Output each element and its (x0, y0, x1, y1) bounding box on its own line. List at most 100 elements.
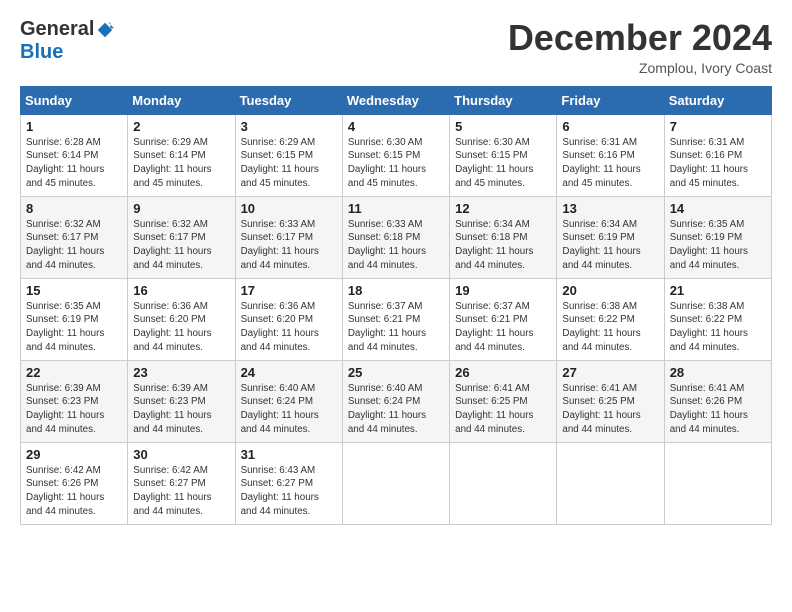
calendar-cell: 5Sunrise: 6:30 AMSunset: 6:15 PMDaylight… (450, 114, 557, 196)
day-number: 25 (348, 365, 444, 380)
calendar-cell: 18Sunrise: 6:37 AMSunset: 6:21 PMDayligh… (342, 278, 449, 360)
calendar-week-row: 1Sunrise: 6:28 AMSunset: 6:14 PMDaylight… (21, 114, 772, 196)
calendar-cell: 11 Sunrise: 6:33 AMSunset: 6:18 PMDayligh… (342, 196, 449, 278)
day-number: 5 (455, 119, 551, 134)
day-number: 10 (241, 201, 337, 216)
calendar-cell: 7 Sunrise: 6:31 AMSunset: 6:16 PMDaylight… (664, 114, 771, 196)
day-number: 11 (348, 201, 444, 216)
calendar-day-header: Wednesday (342, 86, 449, 114)
day-number: 14 (670, 201, 766, 216)
day-number: 21 (670, 283, 766, 298)
page: General Blue December 2024 Zomplou, Ivor… (0, 0, 792, 612)
calendar-cell: 4Sunrise: 6:30 AMSunset: 6:15 PMDaylight… (342, 114, 449, 196)
calendar-cell: 17 Sunrise: 6:36 AMSunset: 6:20 PMDayligh… (235, 278, 342, 360)
day-info: Sunrise: 6:42 AMSunset: 6:27 PMDaylight:… (133, 464, 229, 519)
day-number: 3 (241, 119, 337, 134)
calendar-day-header: Friday (557, 86, 664, 114)
day-info: Sunrise: 6:36 AMSunset: 6:20 PMDaylight:… (241, 300, 337, 355)
calendar-cell: 23Sunrise: 6:39 AMSunset: 6:23 PMDayligh… (128, 360, 235, 442)
day-info: Sunrise: 6:34 AMSunset: 6:19 PMDaylight:… (562, 218, 658, 273)
day-number: 29 (26, 447, 122, 462)
calendar-day-header: Tuesday (235, 86, 342, 114)
day-info: Sunrise: 6:43 AMSunset: 6:27 PMDaylight:… (241, 464, 337, 519)
calendar-cell: 31Sunrise: 6:43 AMSunset: 6:27 PMDayligh… (235, 442, 342, 524)
calendar-cell: 19Sunrise: 6:37 AMSunset: 6:21 PMDayligh… (450, 278, 557, 360)
calendar-day-header: Saturday (664, 86, 771, 114)
day-number: 15 (26, 283, 122, 298)
day-info: Sunrise: 6:32 AMSunset: 6:17 PMDaylight:… (26, 218, 122, 273)
day-number: 27 (562, 365, 658, 380)
day-info: Sunrise: 6:35 AMSunset: 6:19 PMDaylight:… (670, 218, 766, 273)
calendar-cell: 27Sunrise: 6:41 AMSunset: 6:25 PMDayligh… (557, 360, 664, 442)
day-number: 12 (455, 201, 551, 216)
calendar-cell (664, 442, 771, 524)
logo-general: General (20, 18, 94, 41)
calendar-day-header: Monday (128, 86, 235, 114)
day-info: Sunrise: 6:31 AMSunset: 6:16 PMDaylight:… (670, 136, 766, 191)
logo-text: General (20, 18, 114, 41)
calendar-cell: 22Sunrise: 6:39 AMSunset: 6:23 PMDayligh… (21, 360, 128, 442)
day-number: 16 (133, 283, 229, 298)
calendar-cell: 8 Sunrise: 6:32 AMSunset: 6:17 PMDaylight… (21, 196, 128, 278)
calendar-cell: 3 Sunrise: 6:29 AMSunset: 6:15 PMDaylight… (235, 114, 342, 196)
calendar-cell: 12 Sunrise: 6:34 AMSunset: 6:18 PMDayligh… (450, 196, 557, 278)
calendar-week-row: 8 Sunrise: 6:32 AMSunset: 6:17 PMDaylight… (21, 196, 772, 278)
day-number: 8 (26, 201, 122, 216)
location: Zomplou, Ivory Coast (508, 60, 772, 76)
day-number: 4 (348, 119, 444, 134)
calendar-cell (557, 442, 664, 524)
calendar-table: SundayMondayTuesdayWednesdayThursdayFrid… (20, 86, 772, 525)
logo-icon (96, 21, 114, 39)
calendar-cell: 29 Sunrise: 6:42 AMSunset: 6:26 PMDayligh… (21, 442, 128, 524)
day-info: Sunrise: 6:41 AMSunset: 6:25 PMDaylight:… (455, 382, 551, 437)
calendar-cell: 15 Sunrise: 6:35 AMSunset: 6:19 PMDayligh… (21, 278, 128, 360)
day-info: Sunrise: 6:28 AMSunset: 6:14 PMDaylight:… (26, 136, 122, 191)
calendar-cell: 6Sunrise: 6:31 AMSunset: 6:16 PMDaylight… (557, 114, 664, 196)
calendar-cell: 13 Sunrise: 6:34 AMSunset: 6:19 PMDayligh… (557, 196, 664, 278)
day-number: 13 (562, 201, 658, 216)
day-number: 2 (133, 119, 229, 134)
day-info: Sunrise: 6:39 AMSunset: 6:23 PMDaylight:… (133, 382, 229, 437)
calendar-cell: 30Sunrise: 6:42 AMSunset: 6:27 PMDayligh… (128, 442, 235, 524)
calendar-week-row: 22 Sunrise: 6:39 AMSunset: 6:23 PMDayligh… (21, 360, 772, 442)
day-info: Sunrise: 6:35 AMSunset: 6:19 PMDaylight:… (26, 300, 122, 355)
day-number: 28 (670, 365, 766, 380)
calendar-day-header: Sunday (21, 86, 128, 114)
day-number: 19 (455, 283, 551, 298)
logo: General Blue (20, 18, 114, 64)
calendar-cell: 28 Sunrise: 6:41 AMSunset: 6:26 PMDayligh… (664, 360, 771, 442)
day-number: 26 (455, 365, 551, 380)
calendar-cell: 25 Sunrise: 6:40 AMSunset: 6:24 PMDayligh… (342, 360, 449, 442)
day-number: 17 (241, 283, 337, 298)
day-info: Sunrise: 6:40 AMSunset: 6:24 PMDaylight:… (348, 382, 444, 437)
header: General Blue December 2024 Zomplou, Ivor… (20, 18, 772, 76)
day-number: 22 (26, 365, 122, 380)
calendar-cell: 2 Sunrise: 6:29 AMSunset: 6:14 PMDaylight… (128, 114, 235, 196)
day-info: Sunrise: 6:29 AMSunset: 6:14 PMDaylight:… (133, 136, 229, 191)
day-info: Sunrise: 6:32 AMSunset: 6:17 PMDaylight:… (133, 218, 229, 273)
calendar-cell: 20Sunrise: 6:38 AMSunset: 6:22 PMDayligh… (557, 278, 664, 360)
calendar-cell: 1Sunrise: 6:28 AMSunset: 6:14 PMDaylight… (21, 114, 128, 196)
day-info: Sunrise: 6:38 AMSunset: 6:22 PMDaylight:… (670, 300, 766, 355)
calendar-day-header: Thursday (450, 86, 557, 114)
day-info: Sunrise: 6:33 AMSunset: 6:17 PMDaylight:… (241, 218, 337, 273)
day-info: Sunrise: 6:33 AMSunset: 6:18 PMDaylight:… (348, 218, 444, 273)
day-info: Sunrise: 6:42 AMSunset: 6:26 PMDaylight:… (26, 464, 122, 519)
month-title: December 2024 (508, 18, 772, 58)
day-number: 7 (670, 119, 766, 134)
calendar-cell: 10 Sunrise: 6:33 AMSunset: 6:17 PMDayligh… (235, 196, 342, 278)
calendar-week-row: 15 Sunrise: 6:35 AMSunset: 6:19 PMDayligh… (21, 278, 772, 360)
calendar-cell: 16Sunrise: 6:36 AMSunset: 6:20 PMDayligh… (128, 278, 235, 360)
calendar-cell: 9Sunrise: 6:32 AMSunset: 6:17 PMDaylight… (128, 196, 235, 278)
calendar-cell: 26 Sunrise: 6:41 AMSunset: 6:25 PMDayligh… (450, 360, 557, 442)
calendar-cell: 24Sunrise: 6:40 AMSunset: 6:24 PMDayligh… (235, 360, 342, 442)
day-info: Sunrise: 6:34 AMSunset: 6:18 PMDaylight:… (455, 218, 551, 273)
day-number: 24 (241, 365, 337, 380)
day-info: Sunrise: 6:29 AMSunset: 6:15 PMDaylight:… (241, 136, 337, 191)
calendar-header-row: SundayMondayTuesdayWednesdayThursdayFrid… (21, 86, 772, 114)
day-info: Sunrise: 6:31 AMSunset: 6:16 PMDaylight:… (562, 136, 658, 191)
calendar-cell (450, 442, 557, 524)
calendar-cell (342, 442, 449, 524)
day-info: Sunrise: 6:41 AMSunset: 6:26 PMDaylight:… (670, 382, 766, 437)
calendar-cell: 14 Sunrise: 6:35 AMSunset: 6:19 PMDayligh… (664, 196, 771, 278)
